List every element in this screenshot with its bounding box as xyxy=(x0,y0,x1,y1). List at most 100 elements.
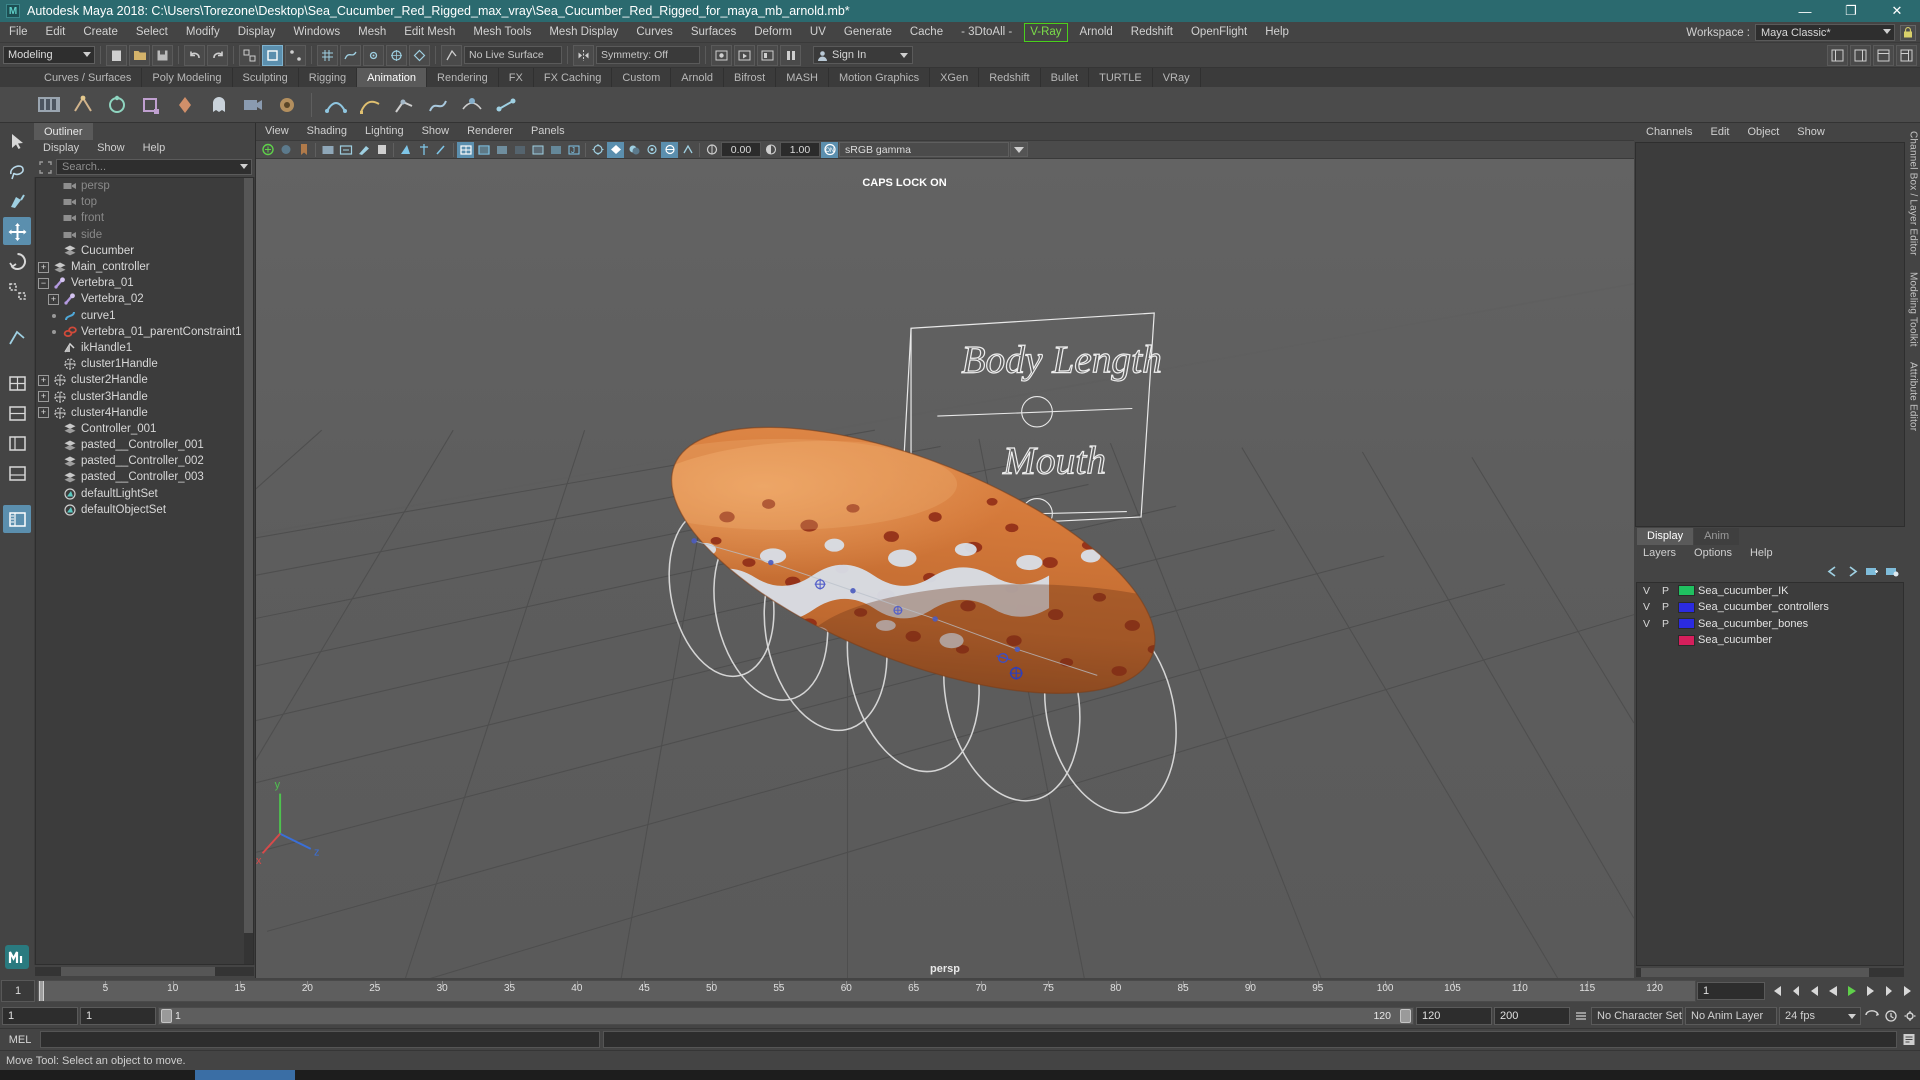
channel-box-content[interactable] xyxy=(1635,142,1905,527)
auto-keyframe-icon[interactable] xyxy=(1882,1008,1899,1025)
shelf-tab-animation[interactable]: Animation xyxy=(357,68,428,87)
persp-graph-layout[interactable] xyxy=(3,459,31,487)
paint-selection-tool[interactable] xyxy=(3,187,31,215)
menu-file[interactable]: File xyxy=(0,22,37,43)
outliner-item[interactable]: + cluster4Handle xyxy=(36,405,253,421)
flat-shade-icon[interactable] xyxy=(511,142,528,158)
wireframe-on-shaded-icon[interactable] xyxy=(529,142,546,158)
two-d-pan-zoom-icon[interactable] xyxy=(337,142,354,158)
outliner-tab[interactable]: Outliner xyxy=(34,123,93,140)
outliner-item[interactable]: pasted__Controller_003 xyxy=(36,469,253,485)
select-by-hierarchy-button[interactable] xyxy=(239,44,260,66)
menu-redshift[interactable]: Redshift xyxy=(1122,22,1182,43)
layer-color-swatch[interactable] xyxy=(1678,634,1695,646)
playback-speed-field[interactable]: 24 fps xyxy=(1779,1007,1861,1025)
outliner-item[interactable]: front xyxy=(36,210,253,226)
loop-playback-icon[interactable] xyxy=(1863,1008,1880,1025)
anim-layer-field[interactable]: No Anim Layer xyxy=(1685,1007,1777,1025)
step-forward-frame-icon[interactable] xyxy=(1862,983,1879,1000)
playback-end-field[interactable]: 200 xyxy=(1494,1007,1570,1025)
mel-output-field[interactable] xyxy=(603,1031,1897,1048)
menu-generate[interactable]: Generate xyxy=(835,22,901,43)
shelf-tab-bifrost[interactable]: Bifrost xyxy=(724,68,777,87)
select-camera-icon[interactable] xyxy=(259,142,276,158)
current-frame-field[interactable]: 1 xyxy=(1697,982,1765,1000)
menu-cache[interactable]: Cache xyxy=(901,22,952,43)
outliner-item[interactable]: side xyxy=(36,227,253,243)
show-hide-channel-box-button[interactable] xyxy=(1896,44,1917,66)
color-management-toggle[interactable]: ON xyxy=(821,141,838,158)
menu-display[interactable]: Display xyxy=(229,22,285,43)
range-end-handle[interactable] xyxy=(1400,1009,1411,1023)
layer-row[interactable]: Sea_cucumber xyxy=(1637,632,1903,649)
viewport-menu-show[interactable]: Show xyxy=(413,123,459,140)
shelf-tab-poly-modeling[interactable]: Poly Modeling xyxy=(142,68,233,87)
shelf-tab-bullet[interactable]: Bullet xyxy=(1040,68,1090,87)
create-ik-handle-icon[interactable] xyxy=(389,90,419,120)
layer-row[interactable]: V P Sea_cucumber_bones xyxy=(1637,616,1903,633)
go-to-start-icon[interactable] xyxy=(1767,983,1784,1000)
layer-playback-toggle[interactable]: P xyxy=(1656,585,1675,597)
chevron-down-icon[interactable] xyxy=(240,164,248,169)
outliner-item[interactable]: curve1 xyxy=(36,308,253,324)
live-surface-field[interactable]: No Live Surface xyxy=(464,46,562,64)
undo-button[interactable] xyxy=(184,44,205,66)
layer-menu-help[interactable]: Help xyxy=(1741,545,1782,562)
save-scene-button[interactable] xyxy=(152,44,173,66)
film-gate-icon[interactable] xyxy=(373,142,390,158)
viewport-menu-shading[interactable]: Shading xyxy=(298,123,356,140)
ghost-icon[interactable] xyxy=(204,90,234,120)
outliner-tree[interactable]: persp top front side Cucumber + Main_controlle… xyxy=(35,177,254,965)
play-forwards-icon[interactable] xyxy=(1843,983,1860,1000)
go-to-end-icon[interactable] xyxy=(1900,983,1917,1000)
expand-toggle[interactable]: + xyxy=(48,293,59,305)
script-editor-icon[interactable] xyxy=(1900,1031,1917,1048)
constraint-icon[interactable] xyxy=(491,90,521,120)
outliner-item[interactable]: Cucumber xyxy=(36,243,253,259)
set-driven-key-icon[interactable] xyxy=(321,90,351,120)
open-scene-button[interactable] xyxy=(129,44,150,66)
menu-deform[interactable]: Deform xyxy=(745,22,801,43)
shelf-tab-turtle[interactable]: TURTLE xyxy=(1089,68,1153,87)
outliner-item[interactable]: Controller_001 xyxy=(36,421,253,437)
menu-curves[interactable]: Curves xyxy=(627,22,681,43)
shelf-tab-curves-surfaces[interactable]: Curves / Surfaces xyxy=(34,68,143,87)
shelf-tab-motion-graphics[interactable]: Motion Graphics xyxy=(829,68,931,87)
lasso-tool[interactable] xyxy=(3,157,31,185)
outliner-item[interactable]: + cluster2Handle xyxy=(36,372,253,388)
select-by-component-button[interactable] xyxy=(285,44,306,66)
menu-mesh-tools[interactable]: Mesh Tools xyxy=(464,22,540,43)
time-cursor[interactable] xyxy=(39,981,44,1001)
layer-color-swatch[interactable] xyxy=(1678,601,1695,613)
show-hide-attribute-editor-button[interactable] xyxy=(1850,44,1871,66)
expand-toggle[interactable]: + xyxy=(38,261,49,273)
expand-toggle[interactable]: + xyxy=(38,407,49,419)
depth-of-field-icon[interactable] xyxy=(703,142,720,158)
outliner-menu-show[interactable]: Show xyxy=(88,140,134,157)
xray-mode-icon[interactable] xyxy=(547,142,564,158)
menu-mesh-display[interactable]: Mesh Display xyxy=(540,22,627,43)
animation-end-field[interactable]: 120 xyxy=(1416,1007,1492,1025)
camera-attributes-icon[interactable] xyxy=(277,142,294,158)
ipr-render-button[interactable] xyxy=(734,44,755,66)
expand-toggle[interactable]: + xyxy=(38,374,49,386)
channelbox-menu-show[interactable]: Show xyxy=(1788,123,1834,141)
color-profile-dropdown-arrow[interactable] xyxy=(1010,142,1028,157)
xray-joints-icon[interactable]: J xyxy=(565,142,582,158)
step-back-frame-icon[interactable] xyxy=(1805,983,1822,1000)
step-forward-key-icon[interactable] xyxy=(1881,983,1898,1000)
move-layer-down-icon[interactable] xyxy=(1844,564,1860,580)
step-back-key-icon[interactable] xyxy=(1786,983,1803,1000)
snap-to-grid-button[interactable] xyxy=(317,44,338,66)
bookmark-icon[interactable] xyxy=(295,142,312,158)
menu-windows[interactable]: Windows xyxy=(284,22,349,43)
breakdown-key-icon[interactable] xyxy=(170,90,200,120)
shelf-tab-fx-caching[interactable]: FX Caching xyxy=(533,68,613,87)
menu-arnold[interactable]: Arnold xyxy=(1071,22,1122,43)
outliner-item[interactable]: persp xyxy=(36,178,253,194)
perspective-viewport[interactable]: Body Length Mouth y z x CAPS LOCK ON per… xyxy=(256,159,1634,978)
make-live-button[interactable] xyxy=(441,44,462,66)
mel-label[interactable]: MEL xyxy=(3,1034,37,1046)
show-hide-tool-settings-button[interactable] xyxy=(1873,44,1894,66)
outliner-item[interactable]: + cluster3Handle xyxy=(36,388,253,404)
